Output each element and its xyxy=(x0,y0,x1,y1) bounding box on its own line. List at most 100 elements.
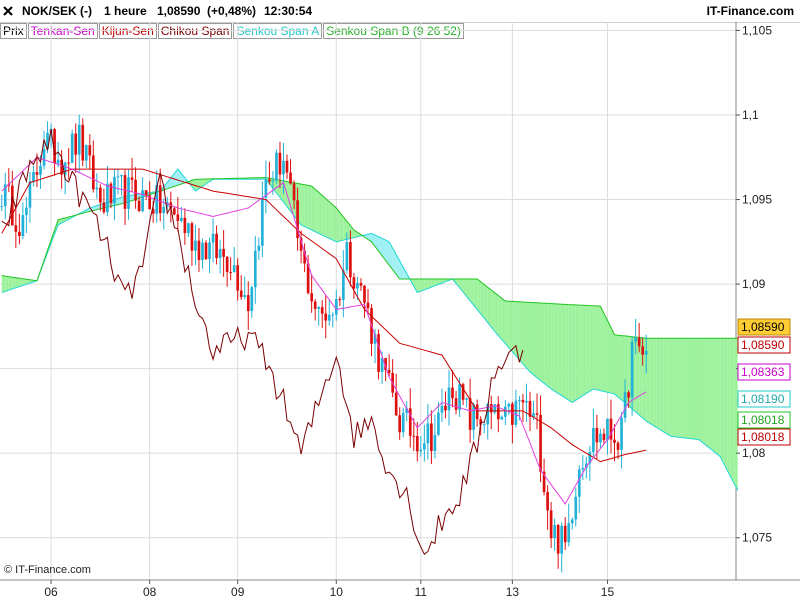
candle xyxy=(306,255,310,295)
candle-body xyxy=(148,195,152,210)
candle-body xyxy=(7,184,11,186)
cloud-segment xyxy=(12,277,16,289)
cloud-segment xyxy=(723,338,728,471)
cloud-segment xyxy=(75,213,80,216)
candle-body xyxy=(183,217,187,234)
cloud-segment xyxy=(663,338,668,435)
cloud-segment xyxy=(188,180,192,187)
candle xyxy=(535,393,539,430)
candle xyxy=(35,153,39,188)
legend-item-tenkan[interactable]: Tenkan-Sen xyxy=(27,23,98,39)
candle-body xyxy=(553,525,556,539)
candle-body xyxy=(232,265,236,273)
candle-body xyxy=(261,197,264,246)
candle-body xyxy=(32,172,35,182)
cloud-segment xyxy=(382,238,386,261)
cloud-segment xyxy=(198,179,203,189)
price-label-box xyxy=(737,336,791,354)
candle xyxy=(518,395,521,421)
candle-body xyxy=(303,250,306,264)
cloud-segment xyxy=(19,278,23,287)
candle-body xyxy=(141,190,144,212)
candle xyxy=(18,213,21,245)
cloud-segment xyxy=(213,178,217,180)
candle xyxy=(46,121,49,154)
candle xyxy=(190,221,194,266)
candle-body xyxy=(222,249,225,257)
cloud-segment xyxy=(410,279,414,287)
cloud-segment xyxy=(156,191,161,193)
candle xyxy=(204,240,208,261)
cloud-segment xyxy=(691,338,696,440)
candle xyxy=(609,399,613,454)
candle-body xyxy=(405,408,409,413)
candle xyxy=(278,141,282,189)
candle-body xyxy=(588,451,592,464)
cloud-segment xyxy=(389,241,393,270)
legend-item-chikou[interactable]: Chikou Span xyxy=(157,23,233,39)
cloud-segment xyxy=(688,338,692,439)
candle-body xyxy=(387,369,391,373)
legend-item-price[interactable]: Prix xyxy=(0,23,27,39)
cloud-segment xyxy=(375,235,379,252)
cloud-segment xyxy=(174,169,178,187)
candle xyxy=(542,458,546,496)
cloud-segment xyxy=(132,194,136,201)
candle xyxy=(489,395,493,430)
candle xyxy=(553,518,556,551)
cloud-segment xyxy=(403,267,407,280)
cloud-segment xyxy=(311,186,316,232)
cloud-segment xyxy=(674,338,678,438)
candle xyxy=(70,129,74,163)
candle xyxy=(169,191,173,223)
cloud-segment xyxy=(473,279,478,310)
candle xyxy=(563,517,567,550)
candle xyxy=(74,123,78,173)
candle-body xyxy=(458,384,461,410)
cloud-segment xyxy=(498,295,502,340)
price-labels: 1,08590 1,08590 1,08363 1,08190 1,08018 1,080… xyxy=(737,318,791,446)
cloud-segment xyxy=(318,192,323,236)
y-tick-label: 1,075 xyxy=(742,531,772,545)
candle xyxy=(623,379,627,423)
candle-body xyxy=(549,510,553,539)
candle-body xyxy=(468,398,472,430)
cloud-segment xyxy=(632,336,636,412)
candle-body xyxy=(313,301,317,309)
cloud-segment xyxy=(103,202,108,208)
candle xyxy=(366,288,370,314)
candle-body xyxy=(525,400,528,403)
y-tick-label: 1,1 xyxy=(742,108,759,122)
close-icon[interactable] xyxy=(3,6,13,16)
candle-body xyxy=(250,287,254,312)
cloud-segment xyxy=(695,338,700,440)
brand-label: IT-Finance.com xyxy=(706,4,794,18)
candle xyxy=(151,200,155,223)
cloud-segment xyxy=(61,217,66,224)
cloud-segment xyxy=(399,260,404,280)
cloud-segment xyxy=(322,195,326,237)
candle xyxy=(613,424,616,462)
cloud-segment xyxy=(163,182,168,190)
candle xyxy=(391,359,394,398)
candle-body xyxy=(451,387,454,399)
cloud-segment xyxy=(533,302,538,378)
candle xyxy=(10,170,14,226)
candle-body xyxy=(275,152,278,181)
legend-item-senkou-b[interactable]: Senkou Span B (9 26 52) xyxy=(323,23,464,39)
candle xyxy=(296,187,299,251)
candle xyxy=(91,140,95,193)
cloud-segment xyxy=(79,211,83,215)
cloud-segment xyxy=(177,169,182,186)
candle xyxy=(187,222,190,237)
symbol-label: NOK/SEK (-) xyxy=(22,4,92,18)
candle-body xyxy=(623,392,627,418)
cloud-segment xyxy=(519,301,523,364)
candle xyxy=(250,285,254,318)
candle xyxy=(232,247,236,273)
legend-item-kijun[interactable]: Kijun-Sen xyxy=(98,23,157,39)
legend-item-senkou-a[interactable]: Senkou Span A xyxy=(233,23,323,39)
ichimoku-chart[interactable]: 1,105 1,1 1,095 1,09 1,085 1,08 1,075 06 08 09 10 1… xyxy=(0,0,800,600)
cloud-segment xyxy=(40,260,45,272)
candle xyxy=(345,232,349,274)
